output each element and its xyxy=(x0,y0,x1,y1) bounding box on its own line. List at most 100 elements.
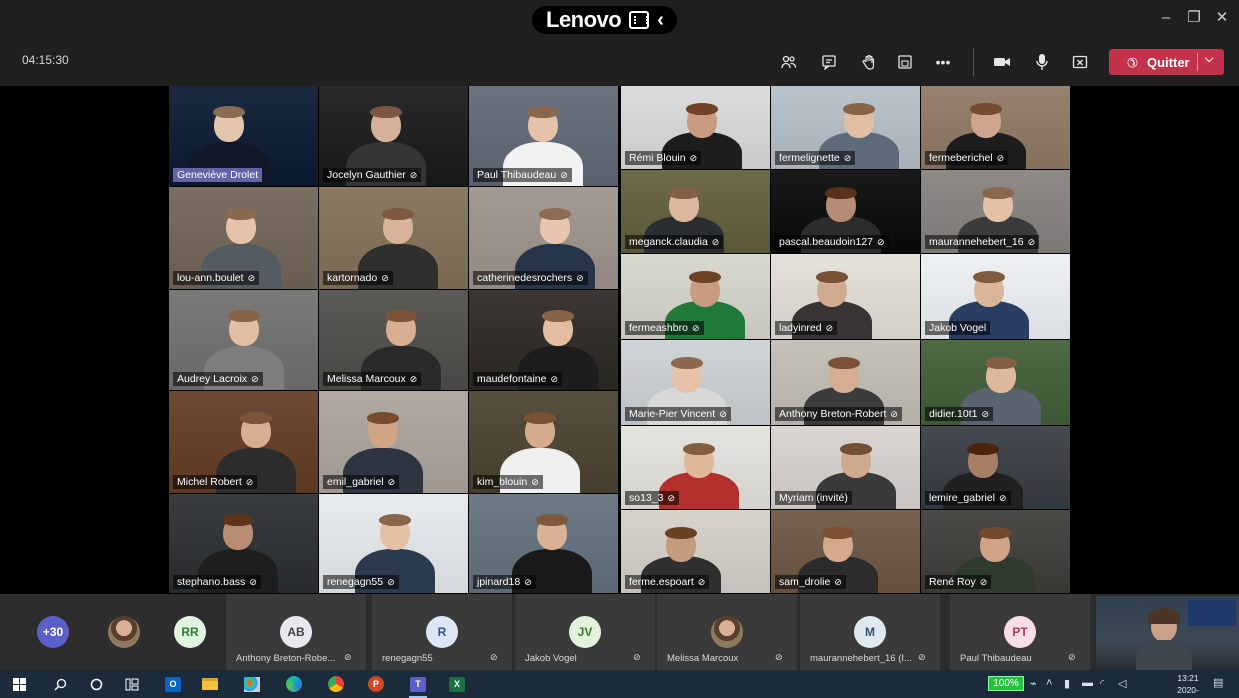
participant-strip-item[interactable] xyxy=(104,594,144,670)
chrome-browser-icon[interactable] xyxy=(327,675,345,693)
video-tile[interactable]: Paul Thibaudeau ⊘ xyxy=(469,86,619,187)
participant-name-label: stephano.bass ⊘ xyxy=(173,575,261,589)
people-icon[interactable] xyxy=(778,51,800,73)
excel-icon[interactable]: X xyxy=(448,675,466,693)
video-tile[interactable]: René Roy ⊘ xyxy=(921,510,1071,594)
maximize-button[interactable]: ❐ xyxy=(1184,8,1204,28)
video-tile[interactable]: Jakob Vogel xyxy=(921,254,1071,340)
video-tile[interactable]: Rémi Blouin ⊘ xyxy=(621,86,771,170)
participant-strip-name: renegagn55 xyxy=(382,653,433,664)
video-tile[interactable]: Geneviève Drolet xyxy=(169,86,319,187)
video-tile[interactable]: emil_gabriel ⊘ xyxy=(319,391,469,494)
video-tile[interactable]: Marie-Pier Vincent ⊘ xyxy=(621,340,771,426)
participant-name: renegagn55 xyxy=(327,576,384,588)
video-tile[interactable]: lemire_gabriel ⊘ xyxy=(921,426,1071,510)
volume-icon[interactable]: ◁ xyxy=(1118,677,1126,690)
video-tile[interactable]: catherinedesrochers ⊘ xyxy=(469,187,619,290)
video-tile[interactable]: Anthony Breton-Robert ⊘ xyxy=(771,340,921,426)
muted-mic-icon: ⊘ xyxy=(387,577,395,587)
chevron-left-icon[interactable]: ‹ xyxy=(657,9,664,32)
video-tile[interactable]: fermeashbro ⊘ xyxy=(621,254,771,340)
participant-hair xyxy=(542,310,574,323)
video-tile[interactable]: jpinard18 ⊘ xyxy=(469,494,619,594)
powerpoint-icon[interactable]: P xyxy=(367,675,385,693)
battery-icon[interactable]: ▬ xyxy=(1082,677,1093,689)
rooms-icon[interactable] xyxy=(894,51,916,73)
notifications-icon[interactable]: ▤ xyxy=(1213,676,1223,689)
video-tile[interactable]: Michel Robert ⊘ xyxy=(169,391,319,494)
quit-divider xyxy=(1197,53,1198,71)
edge-browser-icon[interactable] xyxy=(285,675,303,693)
search-icon[interactable] xyxy=(51,675,69,693)
video-tile[interactable]: fermelignette ⊘ xyxy=(771,86,921,170)
video-tile[interactable]: ferme.espoart ⊘ xyxy=(621,510,771,594)
camera-icon[interactable] xyxy=(991,51,1013,73)
participant-name: ferme.espoart xyxy=(629,576,694,588)
usb-drive-icon[interactable]: ▮ xyxy=(1064,677,1070,690)
video-tile[interactable]: stephano.bass ⊘ xyxy=(169,494,319,594)
power-plug-icon[interactable]: ⌁ xyxy=(1030,677,1037,690)
muted-mic-icon: ⊘ xyxy=(1068,652,1076,662)
video-tile[interactable]: kartornado ⊘ xyxy=(319,187,469,290)
touchscreen-icon[interactable] xyxy=(629,11,650,29)
quit-label: Quitter xyxy=(1147,54,1190,70)
muted-mic-icon: ⊘ xyxy=(918,652,926,662)
raise-hand-icon[interactable] xyxy=(858,51,880,73)
battery-indicator[interactable]: 100% xyxy=(988,676,1024,691)
participant-strip-item[interactable]: Mmaurannehebert_16 (I... ⊘ xyxy=(800,594,940,670)
video-tile[interactable]: renegagn55 ⊘ xyxy=(319,494,469,594)
teams-icon[interactable]: T xyxy=(409,675,427,698)
participant-name: so13_3 xyxy=(629,492,664,504)
file-explorer-icon[interactable] xyxy=(201,675,219,693)
close-button[interactable]: ✕ xyxy=(1212,8,1232,28)
chevron-up-icon[interactable]: ˄ xyxy=(1046,677,1052,689)
video-tile[interactable]: Jocelyn Gauthier ⊘ xyxy=(319,86,469,187)
minimize-button[interactable]: – xyxy=(1156,8,1176,28)
muted-mic-icon: ⊘ xyxy=(996,153,1005,163)
task-view-icon[interactable] xyxy=(123,675,141,693)
quit-button[interactable]: ✆ Quitter ⌵ xyxy=(1109,49,1224,75)
participant-name-label: kim_blouin ⊘ xyxy=(473,475,543,489)
video-tile[interactable]: sam_drolie ⊘ xyxy=(771,510,921,594)
participant-strip-item[interactable]: PT Paul Thibaudeau ⊘ xyxy=(950,594,1090,670)
chevron-down-icon[interactable]: ⌵ xyxy=(1205,53,1213,66)
share-tray-icon[interactable] xyxy=(1069,51,1091,73)
muted-mic-icon: ⊘ xyxy=(247,273,256,283)
video-tile[interactable]: maurannehebert_16 ⊘ xyxy=(921,170,1071,254)
participant-strip-item[interactable]: AB Anthony Breton-Robe... ⊘ xyxy=(226,594,366,670)
participant-initials-avatar: M xyxy=(854,616,886,648)
video-tile[interactable]: ladyinred ⊘ xyxy=(771,254,921,340)
video-tile[interactable]: Audrey Lacroix ⊘ xyxy=(169,290,319,391)
video-tile[interactable]: Melissa Marcoux ⊘ xyxy=(319,290,469,391)
windows-start-icon[interactable] xyxy=(10,675,28,693)
participant-name-label: Audrey Lacroix ⊘ xyxy=(173,372,263,386)
video-tile[interactable]: pascal.beaudoin127 ⊘ xyxy=(771,170,921,254)
video-tile[interactable]: maudefontaine ⊘ xyxy=(469,290,619,391)
cortana-icon[interactable] xyxy=(87,675,105,693)
chat-icon[interactable] xyxy=(818,51,840,73)
participant-name-label: lou-ann.boulet ⊘ xyxy=(173,271,260,285)
clock-time: 13:21 xyxy=(1177,673,1199,683)
more-options-icon[interactable]: ••• xyxy=(932,51,954,73)
participant-name: Rémi Blouin xyxy=(629,152,686,164)
participant-strip-item[interactable]: RR xyxy=(170,594,210,670)
video-tile[interactable]: meganck.claudia ⊘ xyxy=(621,170,771,254)
participant-strip-item[interactable]: JV Jakob Vogel ⊘ xyxy=(515,594,655,670)
outlook-icon[interactable]: O xyxy=(164,675,182,693)
microphone-icon[interactable] xyxy=(1031,51,1053,73)
participant-strip-item[interactable]: Melissa Marcoux ⊘ xyxy=(657,594,797,670)
video-tile[interactable]: fermeberichel ⊘ xyxy=(921,86,1071,170)
video-tile[interactable]: lou-ann.boulet ⊘ xyxy=(169,187,319,290)
muted-mic-icon: ⊘ xyxy=(344,652,352,662)
video-tile[interactable]: didier.10t1 ⊘ xyxy=(921,340,1071,426)
wifi-icon[interactable]: ◜ xyxy=(1100,677,1104,690)
video-tile[interactable]: so13_3 ⊘ xyxy=(621,426,771,510)
participant-name: Anthony Breton-Robert xyxy=(779,408,887,420)
video-tile[interactable]: kim_blouin ⊘ xyxy=(469,391,619,494)
taskbar-clock[interactable]: 13:21 2020-12-11 xyxy=(1171,672,1205,698)
video-tile[interactable]: Myriam (invité) xyxy=(771,426,921,510)
participant-strip-item[interactable]: Rrenegagn55 ⊘ xyxy=(372,594,512,670)
paint-icon[interactable] xyxy=(243,675,261,693)
overflow-participants-badge[interactable]: +30 xyxy=(37,616,69,648)
self-video-preview[interactable] xyxy=(1096,596,1239,670)
